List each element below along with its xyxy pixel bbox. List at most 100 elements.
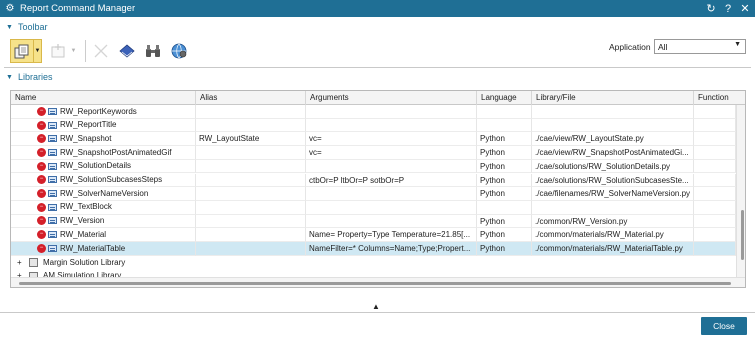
library-row[interactable]: + Margin Solution Library (11, 256, 736, 270)
row-name-cell: − RW_Material (11, 228, 196, 242)
row-alias-cell (196, 118, 306, 133)
new-library-dropdown-icon[interactable]: ▼ (34, 38, 42, 63)
red-status-icon: − (37, 147, 46, 157)
table-row[interactable]: − RW_ReportTitle (11, 118, 736, 133)
row-alias-cell (196, 200, 306, 215)
library-name-cell: + Margin Solution Library (11, 256, 311, 270)
edit-button[interactable] (115, 39, 139, 63)
row-args-cell: NameFilter=* Columns=Name;Type;Propert..… (306, 242, 477, 256)
close-button[interactable]: Close (701, 317, 747, 335)
table-row[interactable]: − RW_MaterialTable NameFilter=* Columns=Na… (11, 242, 736, 256)
command-name: RW_SolverNameVersion (60, 188, 149, 198)
reset-icon[interactable]: ↻ (704, 2, 718, 15)
expand-icon[interactable]: + (17, 256, 25, 270)
row-func-cell (694, 173, 736, 188)
application-selected-value: All (658, 41, 668, 52)
table-row[interactable]: − RW_SolutionSubcasesSteps ctbOr=P ltbOr=P… (11, 173, 736, 188)
application-select[interactable]: All ▼ (654, 39, 746, 54)
row-args-cell (306, 159, 477, 174)
row-func-cell (694, 118, 736, 133)
column-header-library-file[interactable]: Library/File (532, 91, 694, 105)
row-name-cell: − RW_ReportTitle (11, 118, 196, 133)
row-file-cell: ./cae/solutions/RW_SolutionSubcasesSte..… (532, 173, 694, 188)
red-status-icon: − (37, 243, 46, 253)
column-header-function[interactable]: Function (694, 91, 745, 105)
table-row[interactable]: − RW_ReportKeywords (11, 105, 736, 119)
column-header-alias[interactable]: Alias (196, 91, 306, 105)
command-icon (48, 203, 57, 211)
row-args-cell: vc= (306, 132, 477, 147)
find-button[interactable] (141, 39, 165, 63)
column-header-name[interactable]: Name (11, 91, 196, 105)
row-alias-cell (196, 173, 306, 188)
row-func-cell (694, 228, 736, 242)
add-icon (51, 43, 65, 57)
horizontal-scroll-thumb[interactable] (19, 282, 731, 285)
red-status-icon: − (37, 230, 46, 240)
row-lang-cell: Python (477, 173, 532, 188)
row-file-cell: ./common/RW_Version.py (532, 214, 694, 229)
row-lang-cell (477, 200, 532, 215)
table-row[interactable]: − RW_TextBlock (11, 200, 736, 215)
toolbar: ▼ ▼ (10, 37, 193, 64)
column-header-language[interactable]: Language (477, 91, 532, 105)
red-status-icon: − (37, 134, 46, 144)
row-alias-cell (196, 187, 306, 201)
column-header-arguments[interactable]: Arguments (306, 91, 477, 105)
row-lang-cell (477, 105, 532, 119)
command-icon (48, 162, 57, 170)
command-name: RW_SolutionDetails (60, 161, 131, 171)
help-icon[interactable]: ? (721, 3, 735, 15)
table-row[interactable]: − RW_SnapshotPostAnimatedGif vc= Python ./ca… (11, 146, 736, 160)
gear-icon[interactable]: ⚙ (2, 3, 18, 14)
row-args-cell (306, 187, 477, 201)
delete-button[interactable] (89, 39, 113, 63)
window-title: Report Command Manager (20, 3, 136, 14)
row-alias-cell (196, 146, 306, 160)
libraries-section-header[interactable]: ▼ Libraries (6, 72, 52, 82)
command-icon (48, 148, 57, 156)
toolbar-section-header[interactable]: ▼ Toolbar (6, 22, 47, 32)
row-file-cell: ./cae/solutions/RW_SolutionDetails.py (532, 159, 694, 174)
library-icon (14, 44, 29, 58)
new-library-button[interactable] (10, 38, 34, 63)
row-name-cell: − RW_Version (11, 214, 196, 229)
add-command-dropdown-icon[interactable]: ▼ (70, 39, 78, 63)
row-lang-cell: Python (477, 159, 532, 174)
close-icon[interactable]: ✕ (738, 2, 752, 15)
row-name-cell: − RW_SolutionSubcasesSteps (11, 173, 196, 188)
row-args-cell: vc= (306, 146, 477, 160)
row-file-cell: ./common/materials/RW_MaterialTable.py (532, 242, 694, 256)
row-func-cell (694, 200, 736, 215)
library-name: Margin Solution Library (43, 257, 126, 267)
table-row[interactable]: − RW_Material Name= Property=Type Temperat… (11, 228, 736, 242)
row-func-cell (694, 146, 736, 160)
command-icon (48, 135, 57, 143)
row-args-cell (306, 105, 477, 119)
row-alias-cell (196, 242, 306, 256)
row-func-cell (694, 105, 736, 119)
row-args-cell: ctbOr=P ltbOr=P sotbOr=P (306, 173, 477, 188)
row-lang-cell (477, 118, 532, 133)
footer-divider (0, 312, 755, 313)
add-command-button[interactable] (46, 39, 70, 63)
command-icon (48, 244, 57, 252)
command-name: RW_SnapshotPostAnimatedGif (60, 147, 172, 157)
libraries-section-label: Libraries (17, 72, 53, 82)
vertical-scroll-thumb[interactable] (741, 210, 744, 260)
command-name: RW_Material (60, 229, 107, 239)
row-func-cell (694, 132, 736, 147)
red-status-icon: − (37, 106, 46, 116)
row-lang-cell: Python (477, 132, 532, 147)
table-row[interactable]: − RW_SolverNameVersion Python ./cae/filenam… (11, 187, 736, 201)
table-row[interactable]: − RW_Version Python ./common/RW_Version.py (11, 214, 736, 229)
row-alias-cell (196, 159, 306, 174)
web-button[interactable] (167, 39, 191, 63)
application-label: Application (609, 42, 651, 52)
horizontal-scrollbar[interactable] (11, 277, 745, 287)
table-row[interactable]: − RW_SolutionDetails Python ./cae/solutions… (11, 159, 736, 174)
table-row[interactable]: − RW_Snapshot RW_LayoutState vc= Python ./cae… (11, 132, 736, 147)
libraries-table: Name Alias Arguments Language Library/Fi… (10, 90, 746, 288)
vertical-scrollbar[interactable] (736, 105, 745, 277)
collapse-up-icon[interactable]: ▲ (372, 302, 380, 311)
